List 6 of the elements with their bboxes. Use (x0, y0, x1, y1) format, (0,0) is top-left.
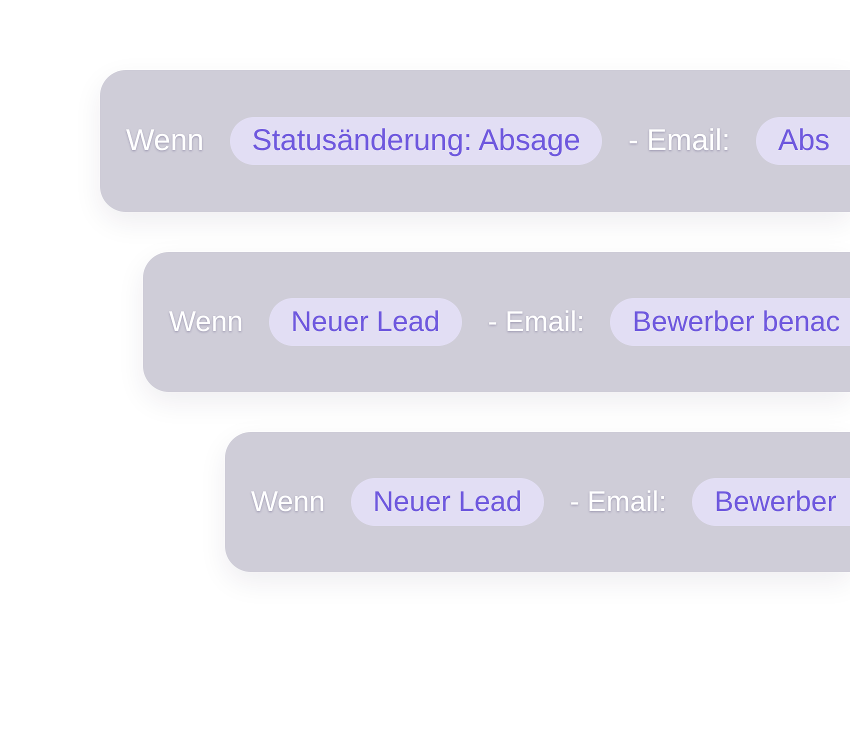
email-template-tag: Bewerber benac (610, 298, 850, 346)
email-template-tag: Abs (756, 117, 850, 165)
trigger-tag: Neuer Lead (268, 298, 462, 346)
email-template-tag: Bewerber (692, 478, 850, 526)
trigger-tag: Neuer Lead (350, 478, 544, 526)
trigger-tag: Statusänderung: Absage (230, 117, 602, 165)
